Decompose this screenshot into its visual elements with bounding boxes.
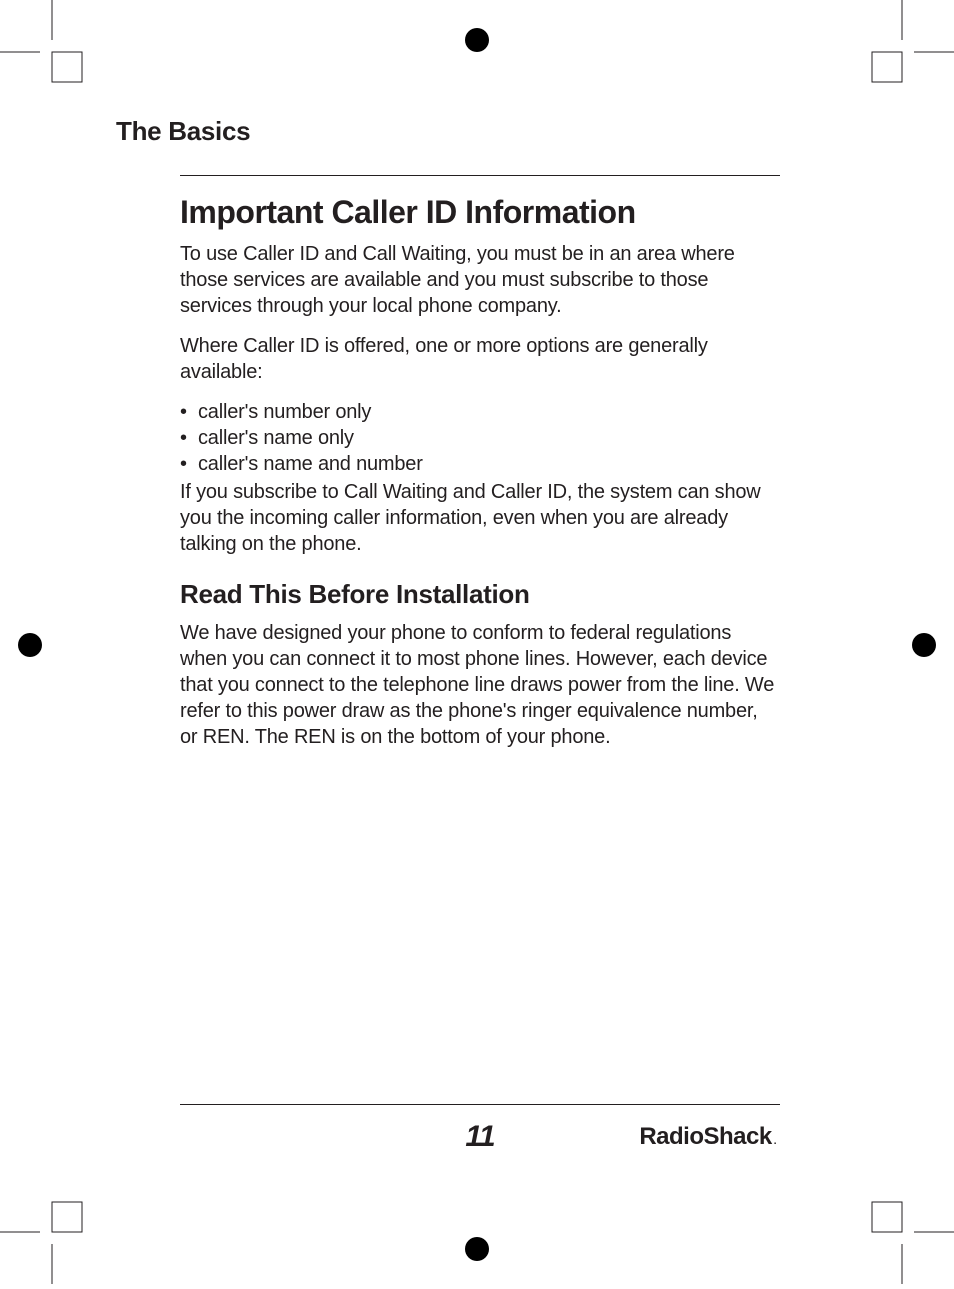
page-number: 11 xyxy=(465,1120,494,1154)
brand-suffix: . xyxy=(774,1136,776,1147)
page-title: Important Caller ID Information xyxy=(180,194,780,231)
subheading: Read This Before Installation xyxy=(180,579,780,610)
paragraph: We have designed your phone to conform t… xyxy=(180,620,780,750)
paragraph: To use Caller ID and Call Waiting, you m… xyxy=(180,241,780,319)
brand-logo: RadioShack. xyxy=(639,1123,776,1151)
crop-mark-bottom-right xyxy=(864,1194,954,1289)
brand-text: RadioShack xyxy=(639,1123,771,1150)
page-footer: 11 RadioShack. xyxy=(180,1104,780,1151)
registration-mark-right xyxy=(894,615,954,675)
crop-mark-top-right xyxy=(864,0,954,95)
registration-mark-left xyxy=(0,615,60,675)
registration-mark-bottom xyxy=(447,1219,507,1279)
rule-bottom xyxy=(180,1104,780,1105)
list-item: caller's name only xyxy=(180,425,780,451)
list-item: caller's number only xyxy=(180,399,780,425)
registration-mark-top xyxy=(447,10,507,70)
section-header: The Basics xyxy=(116,116,250,147)
list-item: caller's name and number xyxy=(180,451,780,477)
crop-mark-top-left xyxy=(0,0,90,95)
bullet-list: caller's number only caller's name only … xyxy=(180,399,780,477)
crop-mark-bottom-left xyxy=(0,1194,90,1289)
paragraph: If you subscribe to Call Waiting and Cal… xyxy=(180,479,780,557)
main-content: Important Caller ID Information To use C… xyxy=(180,175,780,764)
paragraph: Where Caller ID is offered, one or more … xyxy=(180,333,780,385)
rule-top xyxy=(180,175,780,176)
